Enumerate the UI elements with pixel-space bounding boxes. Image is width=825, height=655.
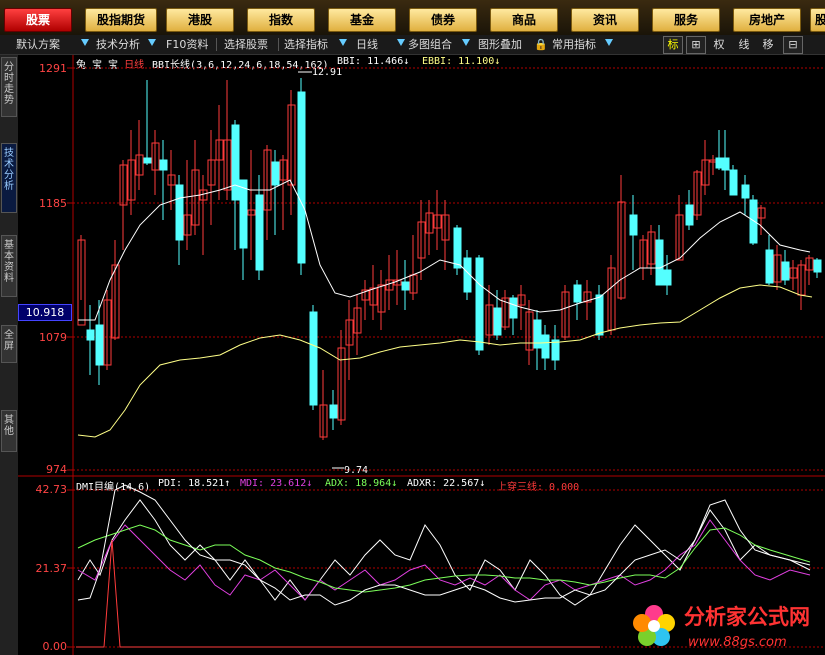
candle-body [663,269,672,286]
candle-body [551,339,560,361]
candle-body [749,199,758,244]
candle-body [255,194,264,271]
candle-body [475,257,484,351]
kline-chart-area[interactable] [0,0,825,655]
candle-body [239,179,248,249]
candle-body [629,214,638,236]
candle-body [175,184,184,241]
candle-body [765,249,774,284]
candle-body [159,159,168,171]
candle-body [493,307,502,336]
candle-body [595,294,604,336]
candle-body [721,157,730,171]
adxr-line [77,484,811,606]
candle-body [509,297,518,319]
candle-body [685,204,694,226]
candle-body [453,227,462,269]
candle-body [729,169,738,196]
candle-body [231,124,240,201]
candle-body [655,239,664,286]
candle-body [271,161,280,186]
candle-body [401,281,410,291]
ebbi-line [77,284,813,438]
candle-body [781,261,790,281]
candle-body [86,329,95,341]
candle-body [143,157,152,164]
pdi-line [77,499,811,606]
adx-line [77,524,811,593]
candle-body [541,334,550,359]
candle-body [309,311,318,406]
candle-body [741,184,750,199]
watermark-url: www.88gs.com [688,635,787,650]
cross-signal-line [76,539,600,648]
candle-body [329,404,338,419]
candle-body [95,324,104,366]
mdi-line [77,519,811,601]
watermark-logo: 分析家公式网 www.88gs.com [633,605,810,650]
bbi-line [78,179,811,321]
candle-body [533,319,542,349]
candle-body [297,91,306,264]
candle-body [813,259,822,273]
candle-body [573,284,582,303]
watermark-name: 分析家公式网 [684,605,810,629]
